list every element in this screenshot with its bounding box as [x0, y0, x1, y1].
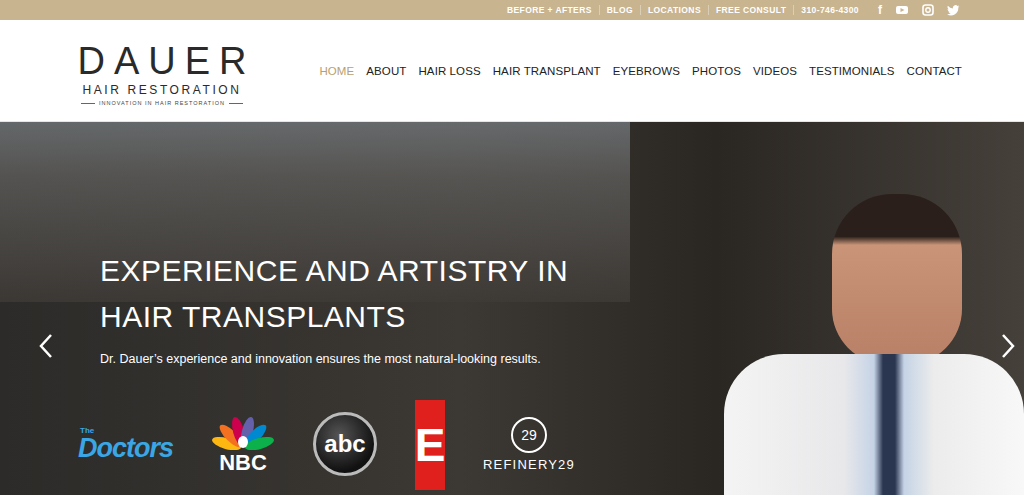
media-logos: TheDoctors NBC abc E 29REFINERY29 [78, 399, 1024, 489]
nav-item[interactable]: CONTACT [907, 65, 962, 77]
the-doctors-logo: TheDoctors [78, 427, 173, 462]
previous-arrow-icon[interactable] [38, 333, 54, 359]
top-bar: BEFORE + AFTERSBLOGLOCATIONSFREE CONSULT… [0, 0, 1024, 20]
main-nav: HOME ABOUT HAIR LOSS HAIR TRANSPLANT EYEBROW… [319, 65, 962, 77]
logo-name: DAUER [77, 41, 255, 81]
page: BEFORE + AFTERSBLOGLOCATIONSFREE CONSULT… [0, 0, 1024, 495]
nbc-logo: NBC [211, 414, 275, 474]
nav-item[interactable]: HAIR LOSS [418, 65, 480, 77]
nav-item[interactable]: ABOUT [366, 65, 406, 77]
top-links: BEFORE + AFTERSBLOGLOCATIONSFREE CONSULT… [500, 5, 866, 15]
e-logo: E [415, 400, 445, 490]
top-link[interactable]: BLOG [599, 5, 640, 15]
top-link[interactable]: FREE CONSULT [708, 5, 793, 15]
nav-item[interactable]: PHOTOS [692, 65, 741, 77]
hero-title: EXPERIENCE AND ARTISTRY INHAIR TRANSPLAN… [100, 248, 1024, 340]
doctor-coat [724, 354, 1024, 495]
top-link[interactable]: LOCATIONS [640, 5, 708, 15]
social-links: f [878, 4, 960, 16]
nav-item[interactable]: HOME [319, 65, 354, 77]
hero-slider: EXPERIENCE AND ARTISTRY INHAIR TRANSPLAN… [0, 122, 1024, 495]
youtube-icon[interactable] [895, 4, 909, 16]
header: DAUER HAIR RESTORATION INNOVATION IN HAIR … [0, 20, 1024, 122]
logo-subtitle: HAIR RESTORATION [82, 83, 241, 97]
peacock-icon [211, 414, 275, 450]
twitter-icon[interactable] [947, 5, 960, 16]
tagline-rule [81, 103, 95, 104]
doctor-head [832, 194, 962, 364]
top-link[interactable]: BEFORE + AFTERS [500, 5, 599, 15]
logo-tagline: INNOVATION IN HAIR RESTORATION [81, 100, 243, 106]
abc-logo: abc [313, 412, 377, 476]
instagram-icon[interactable] [922, 4, 934, 16]
doctor-photo [724, 194, 1024, 495]
nav-item[interactable]: EYEBROWS [613, 65, 680, 77]
nav-item[interactable]: TESTIMONIALS [809, 65, 895, 77]
nav-item[interactable]: VIDEOS [753, 65, 797, 77]
tagline-rule [229, 103, 243, 104]
hero-content: EXPERIENCE AND ARTISTRY INHAIR TRANSPLAN… [0, 122, 1024, 495]
logo[interactable]: DAUER HAIR RESTORATION INNOVATION IN HAIR … [62, 41, 262, 106]
hero-subtitle: Dr. Dauer’s experience and innovation en… [100, 352, 1024, 366]
facebook-icon[interactable]: f [878, 4, 882, 16]
top-link[interactable]: 310-746-4300 [793, 5, 866, 15]
refinery29-logo: 29REFINERY29 [483, 417, 575, 472]
nav-item[interactable]: HAIR TRANSPLANT [493, 65, 601, 77]
next-arrow-icon[interactable] [1000, 333, 1016, 359]
